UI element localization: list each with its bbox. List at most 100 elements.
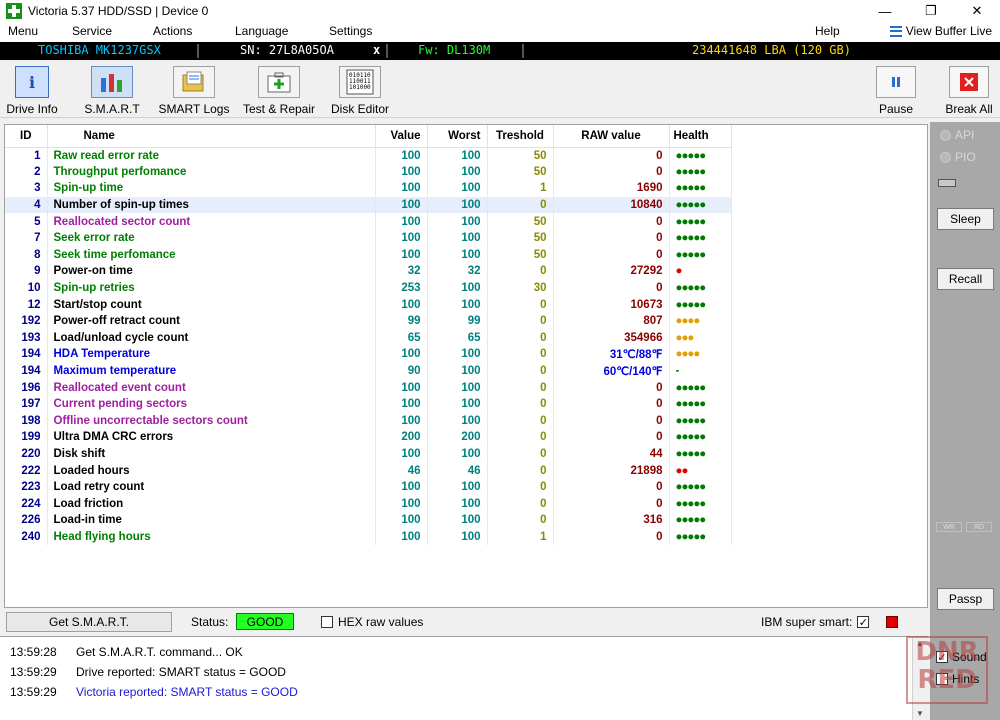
api-radio[interactable]: API [940, 128, 974, 142]
wr-button[interactable]: WR [936, 522, 962, 532]
table-row[interactable]: 223 Load retry count 100 100 0 0 ●●●●● [5, 478, 732, 496]
restore-icon[interactable]: ❐ [908, 0, 954, 22]
attr-name: Power-on time [47, 263, 376, 280]
attr-raw-value: 0 [553, 279, 670, 297]
drive-info-button[interactable]: i Drive Info [6, 64, 58, 118]
table-row[interactable]: 10 Spin-up retries 253 100 30 0 ●●●●● [5, 279, 732, 297]
table-row[interactable]: 226 Load-in time 100 100 0 316 ●●●●● [5, 512, 732, 529]
attr-raw-value: 0 [553, 163, 670, 181]
table-row[interactable]: 196 Reallocated event count 100 100 0 0 ●●●●● [5, 379, 732, 396]
column-header-health[interactable]: Health [669, 125, 732, 148]
attr-value: 100 [375, 395, 428, 413]
table-row[interactable]: 4 Number of spin-up times 100 100 0 10840 ●●●●… [5, 196, 732, 214]
disk-editor-button[interactable]: 010110 110011 101000 Disk Editor [330, 64, 390, 118]
attr-worst: 100 [427, 395, 488, 413]
column-header-worst[interactable]: Worst [427, 125, 488, 148]
table-row[interactable]: 194 HDA Temperature 100 100 0 31℃/88℉ ●●●● [5, 346, 732, 363]
attr-id: 198 [5, 412, 48, 430]
column-header-value[interactable]: Value [375, 125, 428, 148]
attr-health: ●●●●● [669, 478, 732, 496]
menu-item-settings[interactable]: Settings [329, 24, 372, 38]
attr-threshold: 0 [487, 312, 554, 330]
ibm-super-smart-checkbox[interactable]: IBM super smart: ✓ [761, 615, 870, 629]
attr-worst: 100 [427, 512, 488, 529]
attr-name: Head flying hours [47, 528, 376, 546]
column-header-raw-value[interactable]: RAW value [553, 125, 670, 148]
table-row[interactable]: 194 Maximum temperature 90 100 0 60℃/140℉ - [5, 362, 732, 380]
get-smart-button[interactable]: Get S.M.A.R.T. [6, 612, 172, 632]
menu-item-menu[interactable]: Menu [8, 24, 38, 38]
passp-button[interactable]: Passp [937, 588, 994, 610]
test-repair-button[interactable]: Test & Repair [242, 64, 316, 118]
radio-icon [940, 129, 951, 141]
red-indicator[interactable] [886, 616, 898, 628]
log-text: Get S.M.A.R.T. command... OK [76, 645, 243, 659]
table-row[interactable]: 1 Raw read error rate 100 100 50 0 ●●●●● [5, 147, 732, 164]
log-time: 13:59:28 [10, 645, 57, 659]
table-row[interactable]: 12 Start/stop count 100 100 0 10673 ●●●●● [5, 296, 732, 313]
attr-id: 4 [5, 196, 48, 214]
attr-value: 99 [375, 312, 428, 330]
attr-id: 194 [5, 362, 48, 380]
hex-raw-checkbox[interactable]: HEX raw values [321, 615, 423, 629]
attr-health: ●●●● [669, 312, 732, 330]
attr-raw-value: 0 [553, 379, 670, 396]
menu-item-service[interactable]: Service [72, 24, 112, 38]
break-all-button[interactable]: Break All [944, 64, 994, 118]
rd-button[interactable]: RD [966, 522, 992, 532]
smart-logs-button[interactable]: SMART Logs [159, 64, 229, 118]
close-icon[interactable]: ✕ [954, 0, 1000, 22]
pio-radio[interactable]: PIO [940, 150, 976, 164]
table-row[interactable]: 192 Power-off retract count 99 99 0 807 ●●●● [5, 312, 732, 330]
table-row[interactable]: 9 Power-on time 32 32 0 27292 ● [5, 263, 732, 280]
column-header-threshold[interactable]: Treshold [487, 125, 554, 148]
menu-item-help[interactable]: Help [815, 24, 840, 38]
scroll-down-icon[interactable]: ▼ [916, 709, 924, 718]
watermark-logo: DNR RED [906, 636, 988, 704]
menu-item-language[interactable]: Language [235, 24, 288, 38]
log-entry: 13:59:29 Drive reported: SMART status = … [10, 665, 286, 679]
table-row[interactable]: 5 Reallocated sector count 100 100 50 0 ●●●●● [5, 213, 732, 230]
attr-raw-value: 354966 [553, 329, 670, 347]
log-panel: 13:59:28 Get S.M.A.R.T. command... OK 13… [0, 636, 928, 720]
smart-table: ID Name Value Worst Treshold RAW value H… [5, 125, 732, 546]
table-row[interactable]: 197 Current pending sectors 100 100 0 0 ●●●●● [5, 395, 732, 413]
table-row[interactable]: 8 Seek time perfomance 100 100 50 0 ●●●●● [5, 246, 732, 264]
smart-table-panel: ID Name Value Worst Treshold RAW value H… [4, 124, 928, 608]
attr-raw-value: 0 [553, 412, 670, 430]
smart-button[interactable]: S.M.A.R.T [84, 64, 140, 118]
table-row[interactable]: 7 Seek error rate 100 100 50 0 ●●●●● [5, 229, 732, 247]
status-badge: GOOD [236, 613, 294, 630]
attr-value: 46 [375, 462, 428, 479]
close-device-button[interactable]: x [373, 43, 380, 57]
attr-id: 192 [5, 312, 48, 330]
attr-value: 100 [375, 478, 428, 496]
table-row[interactable]: 220 Disk shift 100 100 0 44 ●●●●● [5, 445, 732, 463]
sleep-button[interactable]: Sleep [937, 208, 994, 230]
table-row[interactable]: 2 Throughput perfomance 100 100 50 0 ●●●●● [5, 163, 732, 181]
pause-button[interactable]: Pause [874, 64, 918, 118]
attr-threshold: 1 [487, 180, 554, 197]
attr-id: 7 [5, 229, 48, 247]
attr-id: 3 [5, 180, 48, 197]
attr-name: Start/stop count [47, 296, 376, 313]
table-row[interactable]: 198 Offline uncorrectable sectors count 10… [5, 412, 732, 430]
table-row[interactable]: 240 Head flying hours 100 100 1 0 ●●●●● [5, 528, 732, 546]
column-header-id[interactable]: ID [5, 125, 48, 148]
attr-threshold: 0 [487, 512, 554, 529]
minimize-icon[interactable]: — [862, 0, 908, 22]
attr-name: Load/unload cycle count [47, 329, 376, 347]
recall-button[interactable]: Recall [937, 268, 994, 290]
table-row[interactable]: 224 Load friction 100 100 0 0 ●●●●● [5, 495, 732, 513]
view-buffer-live[interactable]: View Buffer Live [889, 24, 992, 38]
attr-id: 194 [5, 346, 48, 363]
attr-value: 100 [375, 296, 428, 313]
separator [522, 44, 524, 58]
table-row[interactable]: 3 Spin-up time 100 100 1 1690 ●●●●● [5, 180, 732, 197]
table-row[interactable]: 199 Ultra DMA CRC errors 200 200 0 0 ●●●●● [5, 429, 732, 446]
attr-threshold: 0 [487, 362, 554, 380]
menu-item-actions[interactable]: Actions [153, 24, 192, 38]
column-header-name[interactable]: Name [47, 125, 376, 148]
table-row[interactable]: 222 Loaded hours 46 46 0 21898 ●● [5, 462, 732, 479]
table-row[interactable]: 193 Load/unload cycle count 65 65 0 354966 ●●● [5, 329, 732, 347]
